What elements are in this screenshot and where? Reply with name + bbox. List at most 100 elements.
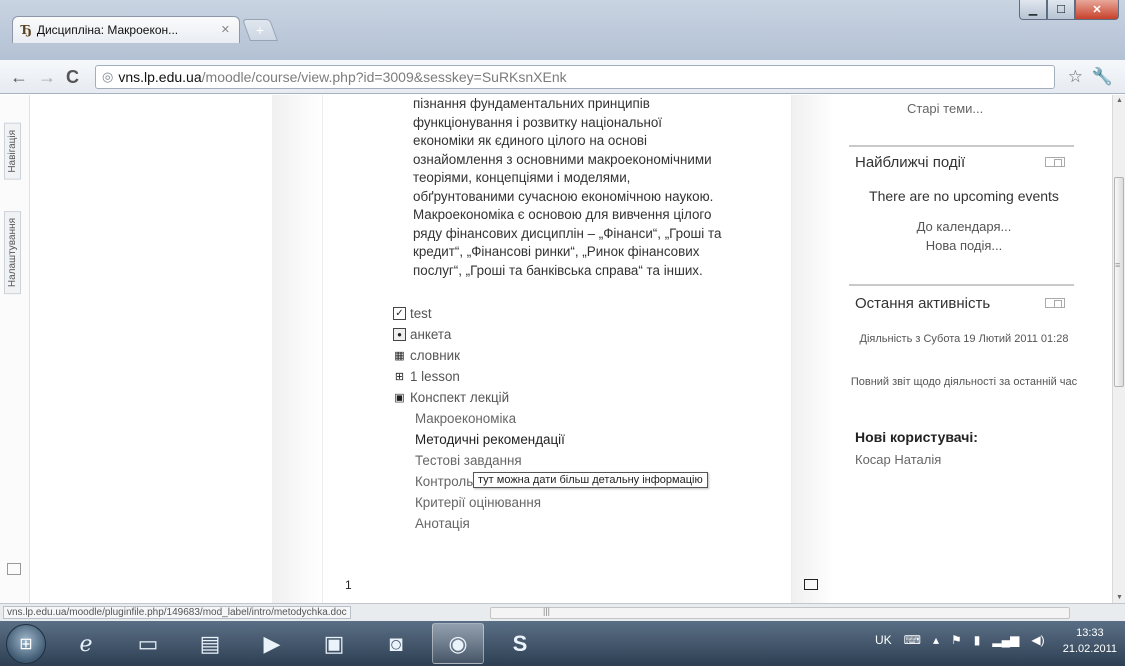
column-shadow (792, 95, 835, 603)
scroll-down-icon[interactable]: ▼ (1116, 594, 1123, 601)
tab-close-icon[interactable]: ✕ (221, 23, 230, 36)
course-description: пізнання фундаментальних принципів функц… (413, 95, 791, 280)
activity-glossary-link[interactable]: ▦ словник (393, 348, 460, 363)
description-line: послуг“, „Гроші та банківська справа“ та… (413, 262, 703, 278)
reload-icon[interactable]: C (66, 68, 79, 86)
moodle-favicon-icon: Ђ (21, 23, 32, 37)
activity-book-link[interactable]: ▣ Конспект лекцій (393, 390, 509, 405)
book-icon: ▣ (394, 392, 405, 404)
book-chapter-link[interactable]: Макроекономіка (415, 411, 516, 426)
minimize-icon: ▁ (1028, 4, 1038, 16)
status-url: vns.lp.edu.ua/moodle/pluginfile.php/1496… (3, 606, 351, 619)
horizontal-scrollbar[interactable]: ||| (490, 606, 1070, 619)
block-dock-icon[interactable] (1045, 298, 1065, 308)
dock-sidebar: Навігація Налаштування (0, 95, 30, 603)
tab-title: Дисципліна: Макроекон... (36, 23, 179, 37)
new-event-link[interactable]: Нова подія... (849, 238, 1079, 253)
window-titlebar: Ђ Дисципліна: Макроекон... ✕ + ▁ ☐ ✕ (0, 0, 1125, 60)
description-line: теоріями, концепціями і моделями, (413, 170, 631, 185)
scrollbar-thumb[interactable] (1114, 177, 1124, 387)
window-controls: ▁ ☐ ✕ (1019, 0, 1119, 20)
media-player-taskbar-button[interactable]: ▶ (246, 623, 298, 664)
close-icon: ✕ (1092, 4, 1102, 16)
activity-lesson-link[interactable]: ⊞ 1 lesson (393, 369, 460, 384)
floppy-disk-icon: ▤ (199, 630, 221, 656)
system-tray: UK ⌨ ▴ ⚑ ▮ ▂▄▆ ◀) (875, 633, 1045, 647)
internet-explorer-icon: ℯ (79, 630, 93, 656)
book-chapter-link[interactable]: Методичні рекомендації (415, 432, 565, 447)
page-viewport: Навігація Налаштування пізнання фундамен… (0, 95, 1112, 603)
new-users-heading: Нові користувачі: (855, 429, 978, 445)
explorer-taskbar-button[interactable]: ▭ (122, 623, 174, 664)
description-line: кредит“, „Фінансові ринки“, „Ринок фінан… (413, 244, 700, 259)
plus-icon: + (255, 22, 265, 38)
save-taskbar-button[interactable]: ▤ (184, 623, 236, 664)
flag-icon[interactable]: ⚑ (951, 633, 962, 647)
book-chapter-link[interactable]: Тестові завдання (415, 453, 522, 468)
checkbox-icon: ✓ (393, 307, 406, 320)
viewer-taskbar-button[interactable]: ◙ (370, 623, 422, 664)
description-line: функціонування і розвитку національної (413, 114, 663, 130)
back-arrow-icon[interactable]: ← (10, 68, 28, 86)
lesson-icon: ⊞ (394, 371, 405, 383)
new-tab-button[interactable]: + (241, 19, 279, 41)
image-viewer-icon: ◙ (389, 630, 403, 656)
description-line: пізнання фундаментальних принципів (413, 96, 650, 111)
activity-label: 1 lesson (410, 369, 460, 384)
address-bar[interactable]: ◎ vns.lp.edu.ua/moodle/course/view.php?i… (95, 65, 1055, 89)
browser-tab-active[interactable]: Ђ Дисципліна: Макроекон... ✕ (12, 16, 240, 43)
dock-settings-tab[interactable]: Налаштування (4, 211, 21, 295)
start-button[interactable]: ⊞ (6, 624, 46, 664)
no-events-text: There are no upcoming events (869, 188, 1059, 204)
volume-icon[interactable]: ◀) (1031, 633, 1044, 647)
url-host: vns.lp.edu.ua (118, 69, 202, 85)
recent-activity-title: Остання активність (855, 295, 991, 312)
folder-icon: ▭ (137, 630, 159, 656)
system-clock[interactable]: 13:33 21.02.2011 (1063, 625, 1117, 657)
play-icon: ▶ (263, 630, 281, 656)
app-window-icon: ▣ (323, 630, 345, 656)
vertical-scrollbar[interactable]: ▲ ≡ ▼ (1112, 95, 1125, 603)
to-calendar-link[interactable]: До календаря... (849, 219, 1079, 234)
power-icon[interactable]: ▮ (974, 633, 981, 647)
bookmark-star-icon[interactable]: ☆ (1068, 67, 1083, 87)
network-icon[interactable]: ▂▄▆ (992, 633, 1019, 647)
keyboard-icon[interactable]: ⌨ (904, 633, 921, 647)
ie-taskbar-button[interactable]: ℯ (60, 623, 112, 664)
course-content-column: пізнання фундаментальних принципів функц… (322, 95, 792, 603)
maximize-icon: ☐ (1056, 4, 1066, 16)
page-info-icon[interactable]: ◎ (102, 69, 113, 85)
show-hidden-icons-icon[interactable]: ▴ (933, 633, 939, 647)
minimize-button[interactable]: ▁ (1019, 0, 1047, 20)
activity-test-link[interactable]: ✓ test (393, 306, 432, 321)
right-block-column: Старі теми... Найближчі події There are … (835, 95, 1085, 603)
description-line: економіки як єдиного цілого на основі (413, 133, 647, 148)
chrome-taskbar-button[interactable]: ◉ (432, 623, 484, 664)
full-report-link[interactable]: Повний звіт щодо діяльності за останній … (849, 375, 1079, 390)
page-number: 1 (345, 578, 352, 592)
dock-undock-icon[interactable] (7, 563, 21, 575)
book-chapter-link[interactable]: Анотація (415, 516, 470, 531)
clock-date: 21.02.2011 (1062, 643, 1117, 655)
close-window-button[interactable]: ✕ (1075, 0, 1119, 20)
scroll-grip: ||| (543, 606, 551, 616)
skype-taskbar-button[interactable]: S (494, 623, 546, 664)
description-line: ряду фінансових дисциплін – „Фінанси“, „… (413, 225, 722, 241)
windows-taskbar: ⊞ ℯ ▭ ▤ ▶ ▣ ◙ ◉ S UK ⌨ ▴ ⚑ ▮ ▂▄▆ ◀) 13:3… (0, 621, 1125, 666)
block-divider (849, 284, 1074, 286)
block-dock-icon[interactable] (1045, 157, 1065, 167)
new-user-link[interactable]: Косар Наталія (855, 452, 941, 467)
book-chapter-link[interactable]: Критерії оцінювання (415, 495, 541, 510)
maximize-button[interactable]: ☐ (1047, 0, 1075, 20)
activity-label: Конспект лекцій (410, 390, 510, 405)
language-indicator[interactable]: UK (875, 633, 892, 647)
skype-icon: S (512, 630, 528, 656)
scroll-up-icon[interactable]: ▲ (1116, 97, 1123, 104)
app-taskbar-button[interactable]: ▣ (308, 623, 360, 664)
old-topics-link[interactable]: Старі теми... (907, 101, 983, 116)
forward-arrow-icon[interactable]: → (38, 68, 56, 86)
activity-survey-link[interactable]: ● анкета (393, 327, 451, 342)
description-line: Макроекономіка є основою для вивчення ці… (413, 207, 712, 222)
dock-navigation-tab[interactable]: Навігація (4, 123, 21, 180)
wrench-menu-icon[interactable]: 🔧 (1092, 67, 1113, 87)
